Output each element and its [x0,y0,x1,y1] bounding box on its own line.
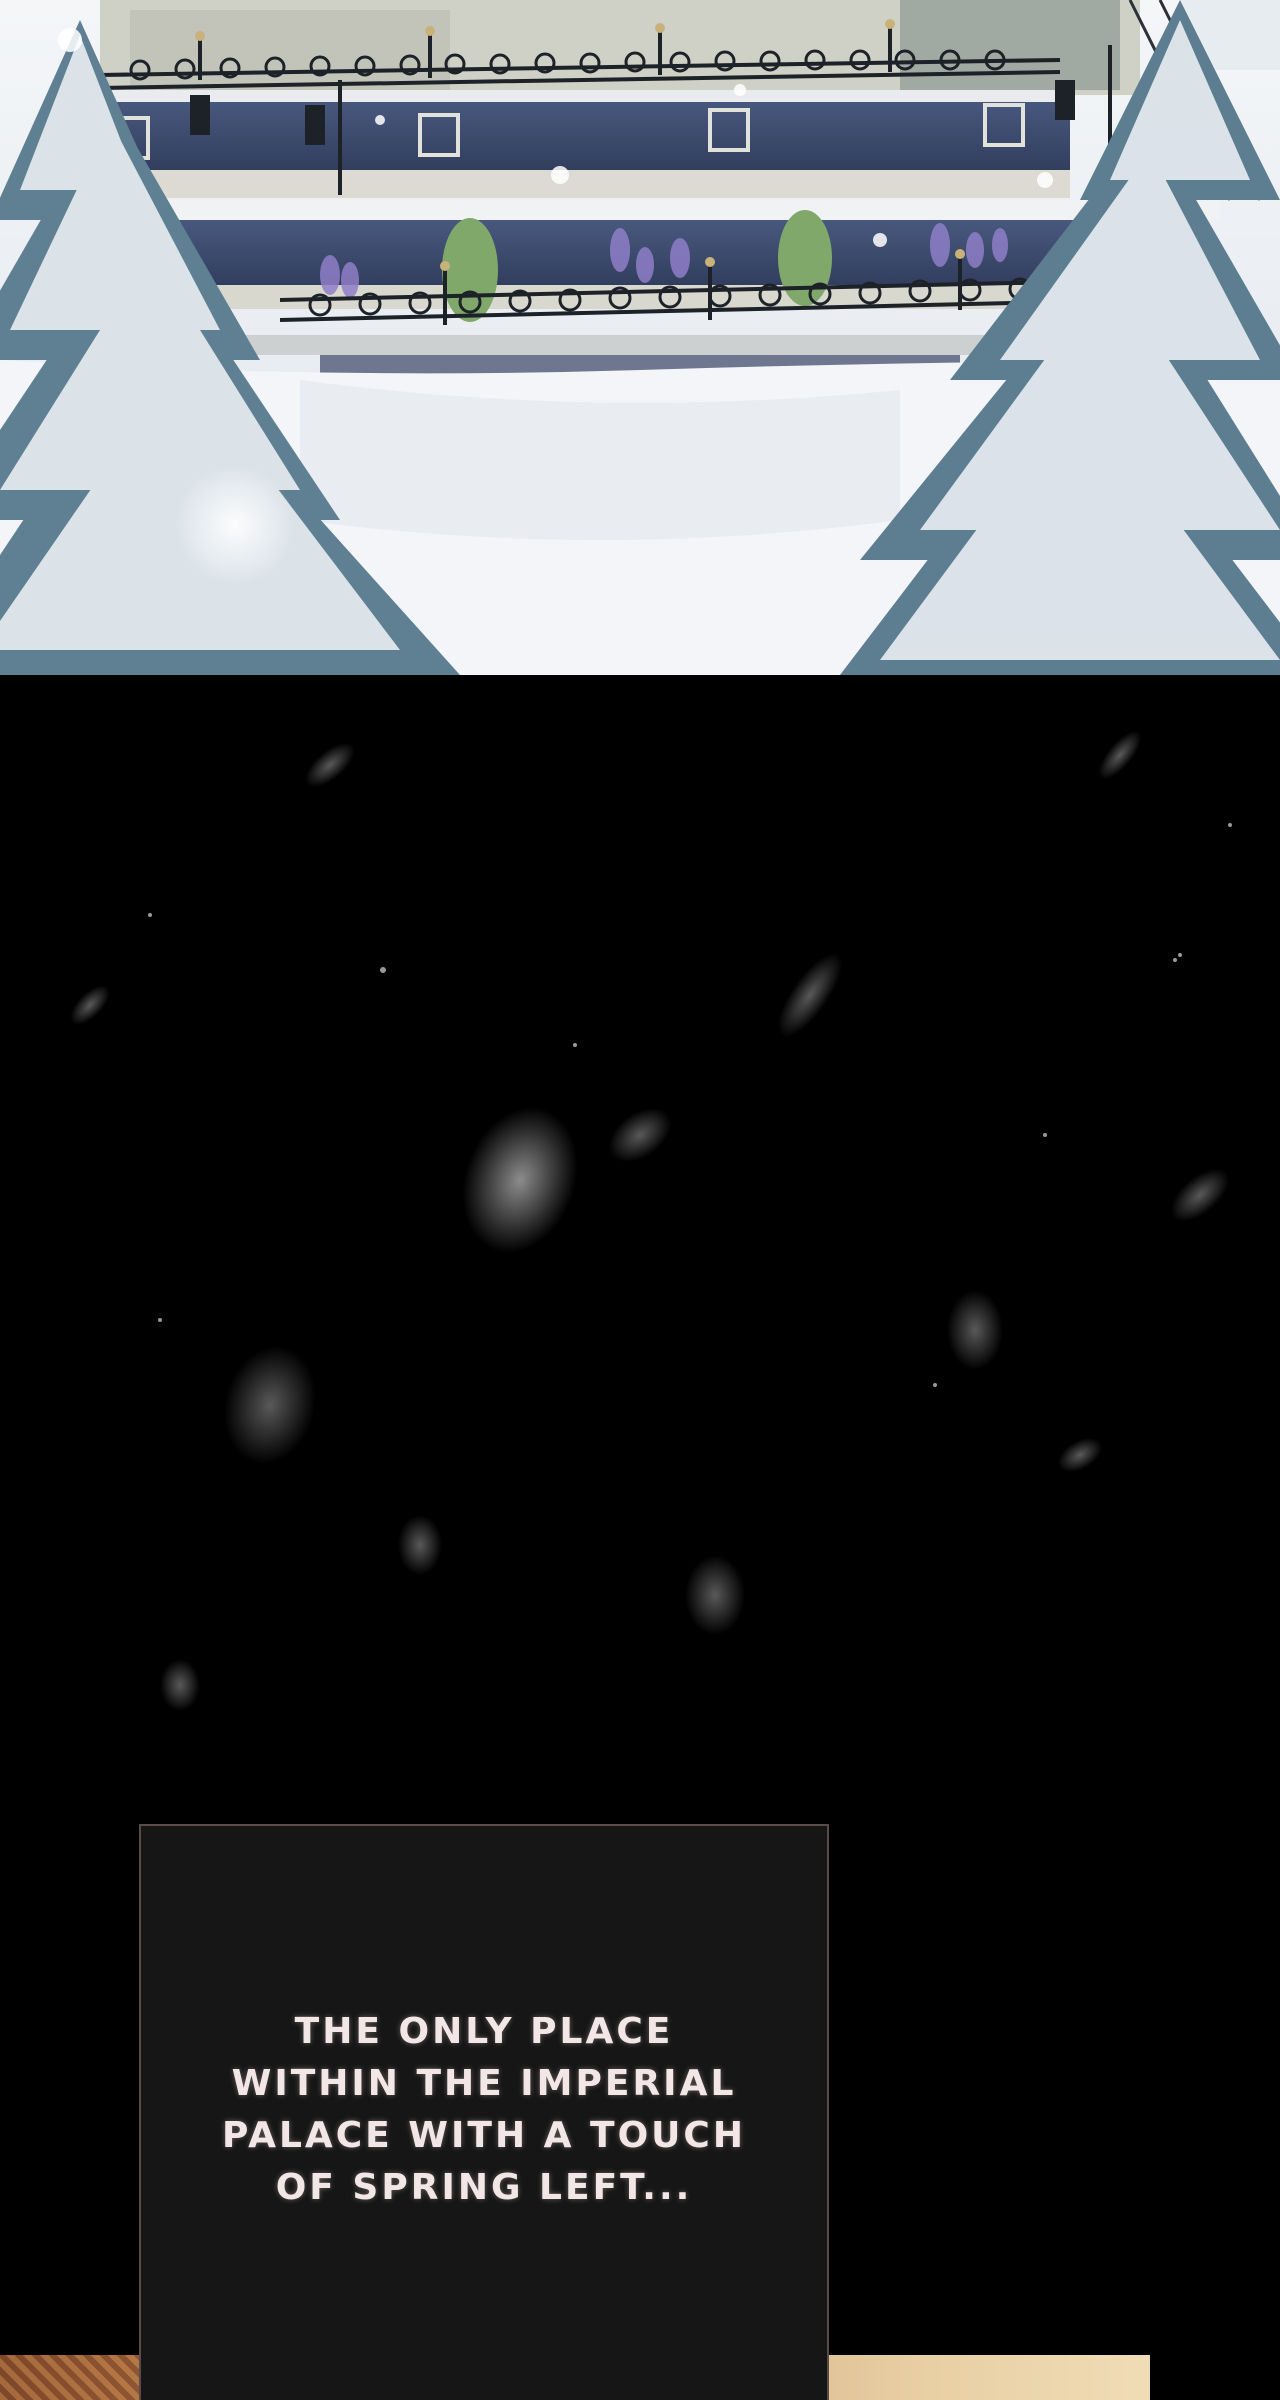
carpet-pattern-icon [0,2355,140,2400]
narration-box: The only place within the imperial palac… [139,1824,829,2400]
palace-garden-panel [0,0,1280,675]
narration-line: palace with a touch [222,2115,746,2156]
palace-garden-illustration [0,0,1280,675]
narration-line: within the imperial [231,2063,737,2104]
narration-text: The only place within the imperial palac… [141,2006,827,2214]
narration-line: of spring left... [275,2167,693,2208]
narration-line: The only place [294,2011,674,2052]
